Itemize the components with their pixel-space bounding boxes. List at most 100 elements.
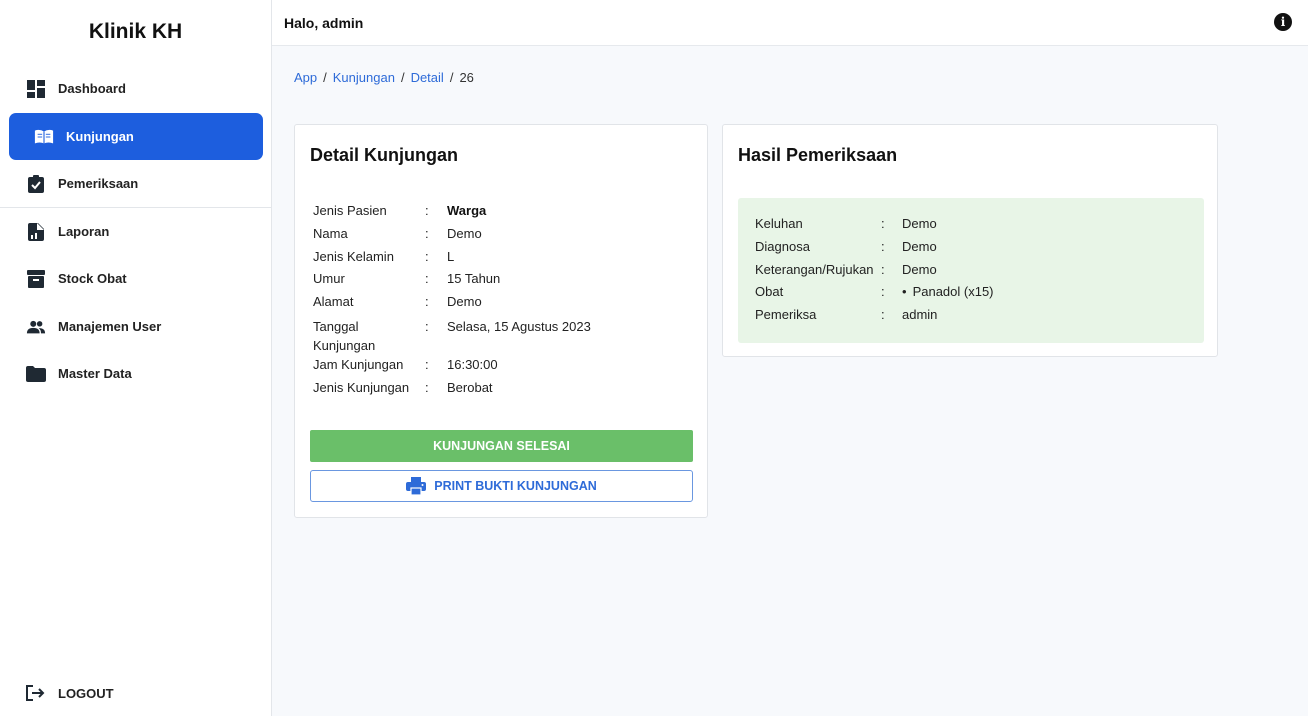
field-value: Demo [902,238,937,254]
field-value: Demo [447,294,482,310]
field-colon: : [425,294,429,310]
field-value: 15 Tahun [447,271,501,287]
sidebar-item-stock-obat[interactable]: Stock Obat [9,255,263,302]
sidebar-item-manajemen-user[interactable]: Manajemen User [9,303,263,350]
field-value: Demo [902,216,937,231]
sidebar-item-label: Stock Obat [58,271,127,286]
field-label: Nama [313,225,348,241]
detail-row-umur: Umur : 15 Tahun [313,271,693,287]
breadcrumb-app[interactable]: App [294,70,317,85]
field-colon: : [881,284,885,300]
logout-icon [26,683,46,703]
print-bukti-kunjungan-button[interactable]: PRINT BUKTI KUNJUNGAN [310,470,693,502]
field-colon: : [881,238,885,254]
hasil-fields: Keluhan : Demo Diagnosa : Demo Keteranga… [755,216,1195,330]
sidebar-item-kunjungan[interactable]: Kunjungan [9,113,263,160]
print-label: PRINT BUKTI KUNJUNGAN [434,479,597,493]
field-label: Pemeriksa [755,307,817,323]
hasil-box: Keluhan : Demo Diagnosa : Demo Keteranga… [738,198,1204,343]
sidebar-item-laporan[interactable]: Laporan [9,208,263,255]
detail-row-tanggal-kunjungan: Tanggal Kunjungan : Selasa, 15 Agustus 2… [313,317,693,355]
field-colon: : [425,356,429,372]
report-icon [26,222,46,242]
field-label: Keterangan/Rujukan [755,261,874,277]
field-value: Warga [447,203,487,218]
field-colon: : [425,271,429,287]
detail-kunjungan-card: Detail Kunjungan Jenis Pasien : Warga Na… [294,124,708,518]
detail-row-jenis-pasien: Jenis Pasien : Warga [313,203,693,219]
field-colon: : [881,307,885,323]
field-colon: : [425,318,429,334]
field-colon: : [425,379,429,395]
hasil-row-obat: Obat : • Panadol (x15) [755,284,1195,300]
detail-row-jenis-kelamin: Jenis Kelamin : L [313,249,693,265]
clipboard-check-icon [26,174,46,194]
hasil-title: Hasil Pemeriksaan [738,145,898,165]
sidebar-item-label: Manajemen User [58,319,162,334]
printer-icon [406,476,427,496]
field-colon: : [425,225,429,241]
field-value: L [447,248,455,264]
field-label: Jam Kunjungan [313,356,404,372]
detail-row-alamat: Alamat : Demo [313,294,693,310]
field-label: Alamat [313,294,354,310]
field-label: Keluhan [755,216,803,231]
kunjungan-selesai-button[interactable]: KUNJUNGAN SELESAI [310,430,693,462]
sidebar: Klinik KH Dashboard Kunjungan Pemeriksaa… [0,0,272,716]
breadcrumb-current: 26 [459,70,474,85]
list-bullet: • [902,284,907,300]
sidebar-item-label: Dashboard [58,81,126,96]
detail-row-jenis-kunjungan: Jenis Kunjungan : Berobat [313,380,693,396]
field-value: Demo [902,261,937,277]
detail-row-nama: Nama : Demo [313,226,693,242]
hasil-pemeriksaan-card: Hasil Pemeriksaan Keluhan : Demo Diagnos… [722,124,1218,357]
detail-fields: Jenis Pasien : Warga Nama : Demo Jenis K… [313,203,693,403]
field-value: Selasa, 15 Agustus 2023 [447,318,591,334]
brand-logo: Klinik KH [88,20,183,43]
breadcrumb-separator: / [400,70,405,85]
detail-title: Detail Kunjungan [310,145,458,165]
hasil-row-keluhan: Keluhan : Demo [755,216,1195,232]
field-value: Berobat [447,379,493,395]
logout-button[interactable]: LOGOUT [26,676,114,710]
field-colon: : [425,248,429,264]
field-label: Obat [755,284,784,300]
field-label: Umur [313,271,345,287]
detail-row-jam-kunjungan: Jam Kunjungan : 16:30:00 [313,357,693,373]
field-label: Jenis Kelamin [313,248,394,264]
breadcrumb-separator: / [323,70,327,85]
obat-item: Panadol (x15) [912,284,994,300]
users-icon [26,317,46,337]
field-value: 16:30:00 [447,356,498,372]
sidebar-item-label: Laporan [58,224,110,239]
top-bar: Halo, admin i [272,0,1308,46]
field-label: Jenis Pasien [313,203,387,218]
hasil-row-diagnosa: Diagnosa : Demo [755,239,1195,255]
field-value: admin [902,307,938,323]
hasil-row-pemeriksa: Pemeriksa : admin [755,307,1195,323]
sidebar-item-label: Kunjungan [66,129,134,144]
hasil-row-keterangan: Keterangan/Rujukan : Demo [755,262,1195,278]
breadcrumb-detail[interactable]: Detail [411,70,444,85]
field-label: Diagnosa [755,238,810,254]
logout-label: LOGOUT [58,685,114,701]
breadcrumb: App / Kunjungan / Detail / 26 [294,70,474,85]
field-value: • Panadol (x15) [902,284,1195,300]
sidebar-item-dashboard[interactable]: Dashboard [9,65,263,112]
greeting: Halo, admin [284,14,364,31]
field-label: Tanggal Kunjungan [313,318,376,353]
field-colon: : [881,216,885,231]
sidebar-item-pemeriksaan[interactable]: Pemeriksaan [9,160,263,207]
sidebar-item-master-data[interactable]: Master Data [9,350,263,397]
breadcrumb-kunjungan[interactable]: Kunjungan [333,70,395,85]
breadcrumb-separator: / [449,70,454,85]
folder-icon [26,364,46,384]
info-icon[interactable]: i [1274,13,1292,31]
sidebar-item-label: Pemeriksaan [58,176,139,191]
dashboard-icon [26,79,46,99]
sidebar-item-label: Master Data [58,366,132,381]
archive-icon [26,269,46,289]
book-icon [34,127,54,147]
field-label: Jenis Kunjungan [313,379,410,395]
field-value: Demo [447,225,482,241]
